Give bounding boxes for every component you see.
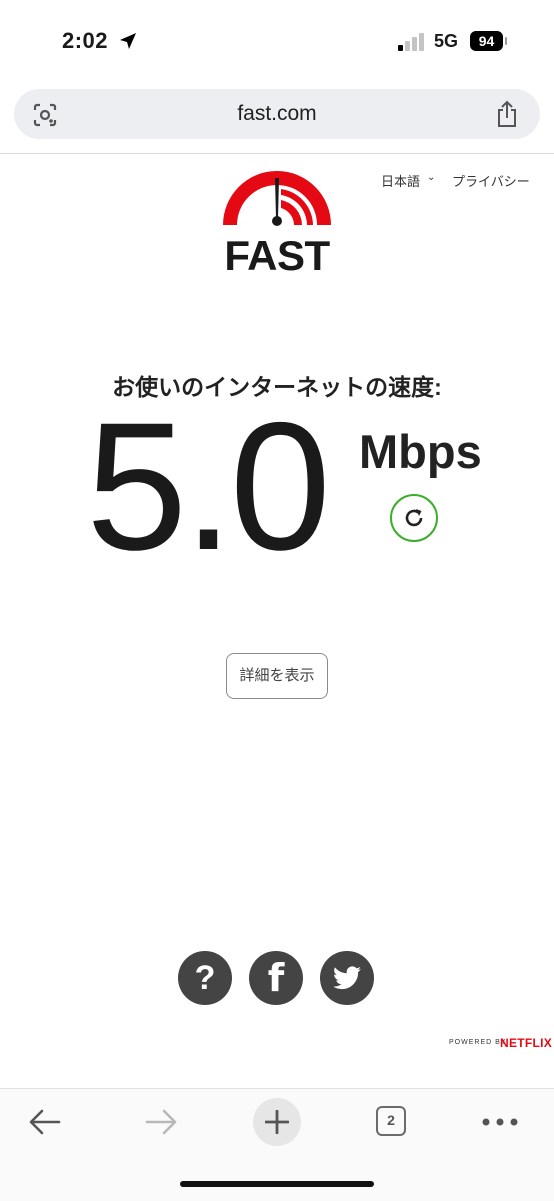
location-arrow-icon: [120, 33, 136, 49]
help-button[interactable]: ?: [178, 951, 232, 1005]
status-time: 2:02: [62, 28, 109, 53]
share-icon[interactable]: [494, 100, 520, 128]
facebook-icon: f: [267, 956, 285, 1000]
url-text[interactable]: fast.com: [14, 89, 540, 139]
network-type: 5G: [434, 31, 459, 51]
fast-logo-text: FAST: [224, 232, 330, 279]
chevron-down-icon[interactable]: ⌄: [427, 172, 435, 183]
forward-arrow-icon[interactable]: [144, 1107, 178, 1137]
netflix-logo[interactable]: NETFLIX: [500, 1036, 552, 1050]
privacy-link[interactable]: プライバシー: [452, 171, 530, 190]
home-indicator: [180, 1181, 374, 1187]
cellular-signal-icon: [398, 33, 424, 51]
refresh-icon: [405, 509, 423, 527]
question-mark-icon: ?: [194, 959, 216, 997]
battery-icon: 94: [470, 31, 503, 51]
more-options-icon[interactable]: [482, 1117, 518, 1127]
speed-unit: Mbps: [359, 425, 482, 478]
language-selector[interactable]: 日本語: [381, 171, 420, 190]
show-details-button[interactable]: 詳細を表示: [226, 653, 328, 699]
facebook-button[interactable]: f: [249, 951, 303, 1005]
address-bar[interactable]: fast.com: [14, 89, 540, 139]
refresh-button[interactable]: [390, 494, 438, 542]
powered-by-text: POWERED BY: [449, 1039, 507, 1046]
twitter-bird-icon: [333, 966, 361, 990]
tab-switcher-button[interactable]: 2: [376, 1106, 406, 1136]
new-tab-button[interactable]: [253, 1098, 301, 1146]
speed-value: 5.0: [86, 384, 331, 588]
twitter-button[interactable]: [320, 951, 374, 1005]
status-bar: 2:02 5G 94: [0, 0, 554, 80]
back-arrow-icon[interactable]: [28, 1107, 62, 1137]
battery-tip: [505, 37, 507, 45]
plus-icon: [265, 1110, 289, 1134]
page-divider: [0, 153, 554, 154]
